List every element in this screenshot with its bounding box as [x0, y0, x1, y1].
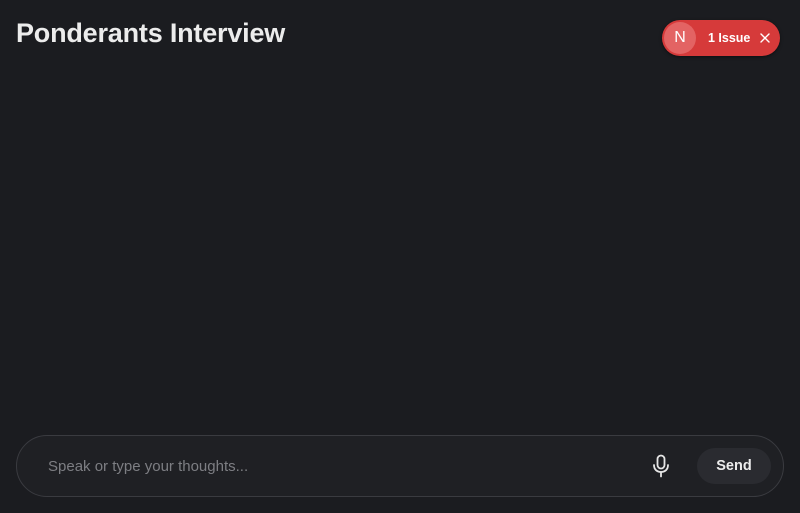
message-input[interactable]	[46, 450, 645, 482]
nextjs-logo-icon[interactable]: N	[664, 22, 696, 54]
microphone-icon[interactable]	[645, 450, 677, 482]
page-title: Ponderants Interview	[16, 18, 286, 48]
message-composer: Send	[16, 435, 784, 497]
interview-page: Ponderants Interview N 1 Issue Send	[0, 0, 800, 513]
send-button[interactable]: Send	[697, 448, 771, 484]
issue-count-label[interactable]: 1 Issue	[708, 31, 750, 45]
close-icon[interactable]	[759, 32, 771, 44]
issues-badge[interactable]: N 1 Issue	[662, 20, 780, 56]
